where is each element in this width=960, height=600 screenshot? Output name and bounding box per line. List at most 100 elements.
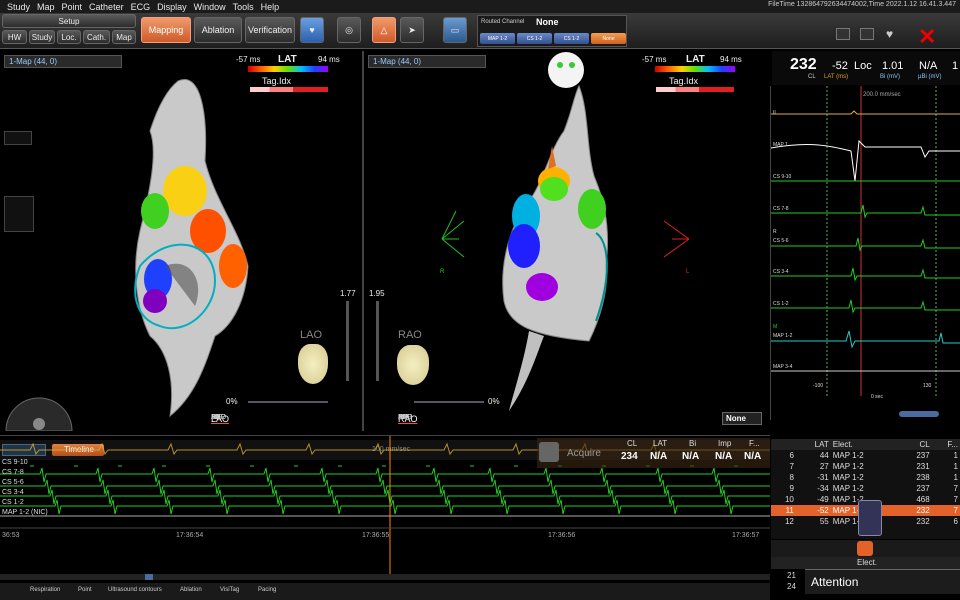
study-button[interactable]: Study [29, 30, 55, 44]
left-scale-value: 1.77 [340, 289, 356, 298]
table-row[interactable]: 6 44 MAP 1-2 237 1 [771, 450, 960, 461]
monitor-icon[interactable] [836, 28, 850, 40]
col-lat[interactable]: LAT [795, 439, 831, 450]
tl-ch-cs56: CS 5-6 [2, 479, 24, 486]
ecg-lead-cs34: CS 3-4 [773, 269, 789, 275]
col-cl[interactable]: CL [898, 439, 932, 450]
acquire-button[interactable]: Acquire [567, 448, 601, 459]
ecg-scrollbar[interactable] [899, 411, 939, 417]
right-opacity-slider[interactable] [414, 401, 484, 403]
menu-display[interactable]: Display [157, 2, 187, 12]
printer-icon[interactable] [860, 28, 874, 40]
menu-map[interactable]: Map [37, 2, 55, 12]
lower-table-header: Elect. [771, 557, 960, 569]
col-elect[interactable]: Elect. [830, 439, 899, 450]
right-zoom-slider[interactable] [376, 301, 379, 381]
legend-bar: Respiration Point Ultrasound contours Ab… [0, 583, 770, 600]
routed-channel-label: Routed Channel [481, 19, 525, 25]
mapping-button[interactable]: Mapping [141, 17, 191, 43]
left-opacity-slider[interactable] [248, 401, 328, 403]
menu-window[interactable]: Window [194, 2, 226, 12]
menu-bar: Study Map Point Catheter ECG Display Win… [0, 0, 960, 13]
record-icon[interactable]: ◎ [337, 17, 361, 43]
triangle-tool-icon[interactable]: △ [372, 17, 396, 43]
table-cell: 27 [819, 462, 829, 471]
menu-tools[interactable]: Tools [233, 2, 254, 12]
menu-point[interactable]: Point [62, 2, 83, 12]
pointer-tool-icon[interactable]: ➤ [400, 17, 424, 43]
setup-label[interactable]: Setup [2, 14, 136, 28]
left-side-tools[interactable] [4, 196, 34, 232]
col-index[interactable] [771, 439, 796, 450]
right-none-dropdown[interactable]: None [722, 412, 762, 425]
table-cell: 44 [819, 451, 829, 460]
pill-none[interactable]: None [591, 33, 626, 44]
lat-label: LAT (ms) [824, 74, 849, 80]
verification-button[interactable]: Verification [245, 17, 295, 43]
ecg-zero: 0 sec [871, 394, 883, 400]
loc-button[interactable]: Loc. [57, 30, 81, 44]
ecg-lead-map12: MAP 1-2 [773, 333, 793, 339]
menu-ecg[interactable]: ECG [131, 2, 151, 12]
ubi-label: µBi (mV) [918, 74, 942, 80]
bi-label: Bi (mV) [880, 74, 900, 80]
table-row[interactable]: 9 -34 MAP 1-2 237 7 [771, 483, 960, 494]
menu-help[interactable]: Help [261, 2, 280, 12]
ecg-lead-cs12: CS 1-2 [773, 301, 789, 307]
hw-button[interactable]: HW [2, 30, 27, 44]
pill-cs12[interactable]: CS 1-2 [517, 33, 552, 44]
display-icon[interactable]: ▭ [443, 17, 467, 43]
points-gear-icon[interactable] [858, 500, 882, 536]
pill-map12[interactable]: MAP 1-2 [480, 33, 515, 44]
lower-row-21[interactable]: 21 [787, 571, 796, 580]
cath-button[interactable]: Cath. [83, 30, 110, 44]
table-row[interactable]: 8 -31 MAP 1-2 238 1 [771, 472, 960, 483]
acquire-icon[interactable] [539, 442, 559, 462]
timeline-scrollbar[interactable] [0, 574, 770, 580]
tl-ch-cs34: CS 3-4 [2, 489, 24, 496]
ecg-traces [771, 86, 960, 396]
acq-f-value: N/A [744, 451, 762, 462]
tl-ch-map12: MAP 1-2 (NIC) [2, 509, 48, 516]
table-cell: MAP 1-2 [832, 462, 864, 471]
table-cell: -49 [817, 495, 829, 504]
ecg-cs56-prefix: R [773, 229, 777, 235]
right-axis-l: L [686, 269, 690, 275]
toolbar: Setup HW Study Loc. Cath. Map Mapping Ab… [0, 13, 960, 49]
table-cell: 8 [789, 473, 794, 482]
points-filter-icon[interactable] [857, 541, 873, 556]
left-tool-grid-icon[interactable] [4, 131, 32, 145]
table-row[interactable]: 7 27 MAP 1-2 231 1 [771, 461, 960, 472]
table-cell: 7 [931, 505, 960, 516]
pill-cs12-b[interactable]: CS 1-2 [554, 33, 589, 44]
ecg-map12-prefix: M [773, 324, 778, 330]
tl-time-0: 36:53 [2, 532, 20, 539]
acq-imp-value: N/A [715, 451, 733, 462]
loc-label: Loc [854, 60, 872, 72]
table-cell: 1 [953, 451, 958, 460]
compass-widget[interactable] [4, 386, 74, 431]
left-map-view[interactable]: 1-Map (44, 0) -57 ms LAT 94 ms Tag.Idx 1… [0, 51, 362, 431]
legend-ultrasound: Ultrasound contours [108, 587, 162, 593]
right-view-sup[interactable]: SUP [398, 414, 412, 421]
lower-row-24[interactable]: 24 [787, 582, 796, 591]
acq-cl-label: CL [627, 439, 638, 448]
legend-visitag: VisiTag [220, 587, 240, 593]
ecg-lead-map34: MAP 3-4 [773, 364, 793, 370]
cl-value: 232 [790, 56, 817, 73]
table-cell: MAP 1-2 [832, 451, 864, 460]
left-view-sup[interactable]: SUP [211, 414, 225, 421]
acq-bi-value: N/A [682, 451, 700, 462]
menu-study[interactable]: Study [7, 2, 30, 12]
file-time: FileTime 132864792634474002,Time 2022.1.… [768, 1, 956, 8]
menu-catheter[interactable]: Catheter [89, 2, 124, 12]
left-zoom-slider[interactable] [346, 301, 349, 381]
heart-plus-icon[interactable]: ♥ [300, 17, 324, 43]
lower-col-elect[interactable]: Elect. [857, 558, 877, 567]
col-f[interactable]: F... [931, 439, 960, 450]
attention-banner[interactable]: Attention [805, 569, 960, 594]
map-button[interactable]: Map [112, 30, 136, 44]
ablation-button[interactable]: Ablation [194, 17, 242, 43]
close-x-icon[interactable]: ✕ [918, 26, 936, 48]
right-map-view[interactable]: 1-Map (44, 0) -57 ms LAT 94 ms Tag.Idx R… [364, 51, 768, 431]
